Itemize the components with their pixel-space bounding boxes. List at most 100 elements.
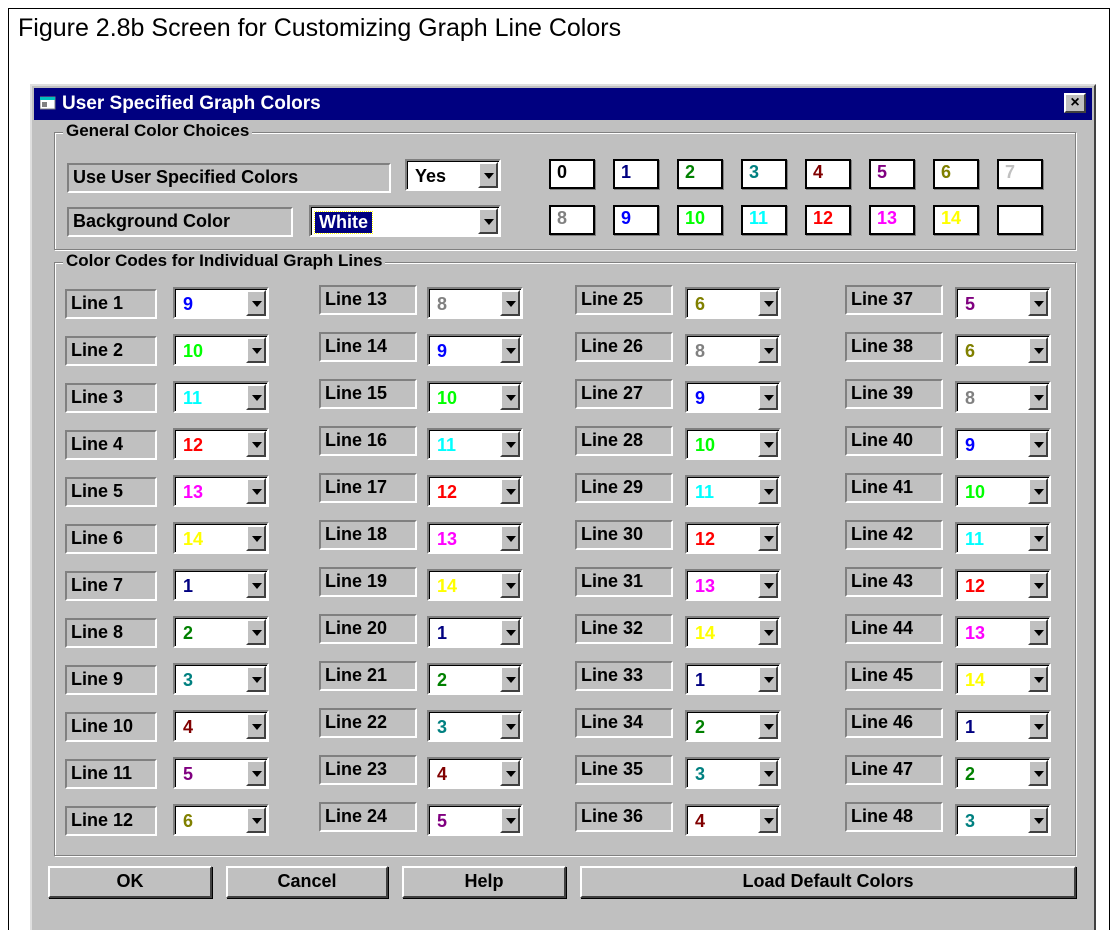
line-color-dropdown[interactable]: 1: [173, 569, 269, 601]
chevron-down-icon[interactable]: [246, 666, 266, 692]
chevron-down-icon[interactable]: [246, 478, 266, 504]
chevron-down-icon[interactable]: [500, 619, 520, 645]
chevron-down-icon[interactable]: [1028, 713, 1048, 739]
line-color-dropdown[interactable]: 14: [173, 522, 269, 554]
chevron-down-icon[interactable]: [1028, 666, 1048, 692]
line-color-dropdown[interactable]: 11: [427, 428, 523, 460]
line-color-dropdown[interactable]: 12: [173, 428, 269, 460]
help-button[interactable]: Help: [402, 866, 566, 898]
close-button[interactable]: ×: [1064, 93, 1086, 113]
chevron-down-icon[interactable]: [1028, 384, 1048, 410]
chevron-down-icon[interactable]: [758, 807, 778, 833]
chevron-down-icon[interactable]: [758, 619, 778, 645]
chevron-down-icon[interactable]: [758, 525, 778, 551]
chevron-down-icon[interactable]: [758, 713, 778, 739]
line-color-dropdown[interactable]: 9: [173, 287, 269, 319]
chevron-down-icon[interactable]: [500, 337, 520, 363]
line-color-dropdown[interactable]: 6: [685, 287, 781, 319]
chevron-down-icon[interactable]: [1028, 290, 1048, 316]
line-color-dropdown[interactable]: 3: [173, 663, 269, 695]
chevron-down-icon[interactable]: [758, 384, 778, 410]
line-color-dropdown[interactable]: 12: [427, 475, 523, 507]
chevron-down-icon[interactable]: [1028, 525, 1048, 551]
chevron-down-icon[interactable]: [500, 478, 520, 504]
line-color-dropdown[interactable]: 10: [173, 334, 269, 366]
chevron-down-icon[interactable]: [1028, 760, 1048, 786]
chevron-down-icon[interactable]: [246, 290, 266, 316]
chevron-down-icon[interactable]: [246, 525, 266, 551]
chevron-down-icon[interactable]: [1028, 572, 1048, 598]
line-color-dropdown[interactable]: 13: [685, 569, 781, 601]
chevron-down-icon[interactable]: [500, 290, 520, 316]
line-color-dropdown[interactable]: 14: [685, 616, 781, 648]
title-bar[interactable]: User Specified Graph Colors ×: [34, 88, 1092, 120]
line-color-dropdown[interactable]: 5: [955, 287, 1051, 319]
chevron-down-icon[interactable]: [758, 572, 778, 598]
chevron-down-icon[interactable]: [1028, 431, 1048, 457]
chevron-down-icon[interactable]: [758, 290, 778, 316]
chevron-down-icon[interactable]: [758, 666, 778, 692]
line-color-dropdown[interactable]: 5: [427, 804, 523, 836]
background-color-dropdown[interactable]: White: [309, 205, 501, 237]
line-color-dropdown[interactable]: 10: [685, 428, 781, 460]
chevron-down-icon[interactable]: [246, 431, 266, 457]
line-color-dropdown[interactable]: 9: [685, 381, 781, 413]
line-color-dropdown[interactable]: 11: [955, 522, 1051, 554]
load-default-colors-button[interactable]: Load Default Colors: [580, 866, 1076, 898]
chevron-down-icon[interactable]: [758, 337, 778, 363]
line-color-dropdown[interactable]: 8: [955, 381, 1051, 413]
line-color-dropdown[interactable]: 1: [685, 663, 781, 695]
chevron-down-icon[interactable]: [246, 572, 266, 598]
line-color-dropdown[interactable]: 13: [955, 616, 1051, 648]
chevron-down-icon[interactable]: [758, 760, 778, 786]
chevron-down-icon[interactable]: [758, 478, 778, 504]
line-color-dropdown[interactable]: 6: [955, 334, 1051, 366]
line-color-dropdown[interactable]: 9: [427, 334, 523, 366]
chevron-down-icon[interactable]: [500, 572, 520, 598]
line-color-dropdown[interactable]: 2: [427, 663, 523, 695]
chevron-down-icon[interactable]: [500, 807, 520, 833]
chevron-down-icon[interactable]: [246, 384, 266, 410]
line-color-dropdown[interactable]: 2: [173, 616, 269, 648]
chevron-down-icon[interactable]: [1028, 807, 1048, 833]
chevron-down-icon[interactable]: [1028, 619, 1048, 645]
chevron-down-icon[interactable]: [500, 713, 520, 739]
line-color-dropdown[interactable]: 4: [685, 804, 781, 836]
chevron-down-icon[interactable]: [478, 208, 498, 234]
chevron-down-icon[interactable]: [246, 807, 266, 833]
chevron-down-icon[interactable]: [758, 431, 778, 457]
chevron-down-icon[interactable]: [500, 666, 520, 692]
chevron-down-icon[interactable]: [500, 760, 520, 786]
line-color-dropdown[interactable]: 1: [427, 616, 523, 648]
chevron-down-icon[interactable]: [246, 760, 266, 786]
line-color-dropdown[interactable]: 10: [955, 475, 1051, 507]
chevron-down-icon[interactable]: [500, 525, 520, 551]
line-color-dropdown[interactable]: 11: [685, 475, 781, 507]
line-color-dropdown[interactable]: 14: [955, 663, 1051, 695]
line-color-dropdown[interactable]: 10: [427, 381, 523, 413]
line-color-dropdown[interactable]: 2: [685, 710, 781, 742]
line-color-dropdown[interactable]: 12: [955, 569, 1051, 601]
use-user-colors-dropdown[interactable]: Yes: [405, 159, 501, 191]
line-color-dropdown[interactable]: 12: [685, 522, 781, 554]
chevron-down-icon[interactable]: [246, 713, 266, 739]
line-color-dropdown[interactable]: 13: [427, 522, 523, 554]
chevron-down-icon[interactable]: [1028, 337, 1048, 363]
line-color-dropdown[interactable]: 4: [427, 757, 523, 789]
line-color-dropdown[interactable]: 8: [427, 287, 523, 319]
line-color-dropdown[interactable]: 9: [955, 428, 1051, 460]
chevron-down-icon[interactable]: [246, 619, 266, 645]
line-color-dropdown[interactable]: 13: [173, 475, 269, 507]
chevron-down-icon[interactable]: [500, 384, 520, 410]
line-color-dropdown[interactable]: 11: [173, 381, 269, 413]
line-color-dropdown[interactable]: 3: [955, 804, 1051, 836]
line-color-dropdown[interactable]: 1: [955, 710, 1051, 742]
line-color-dropdown[interactable]: 8: [685, 334, 781, 366]
line-color-dropdown[interactable]: 14: [427, 569, 523, 601]
chevron-down-icon[interactable]: [500, 431, 520, 457]
line-color-dropdown[interactable]: 5: [173, 757, 269, 789]
chevron-down-icon[interactable]: [246, 337, 266, 363]
line-color-dropdown[interactable]: 3: [685, 757, 781, 789]
line-color-dropdown[interactable]: 3: [427, 710, 523, 742]
ok-button[interactable]: OK: [48, 866, 212, 898]
